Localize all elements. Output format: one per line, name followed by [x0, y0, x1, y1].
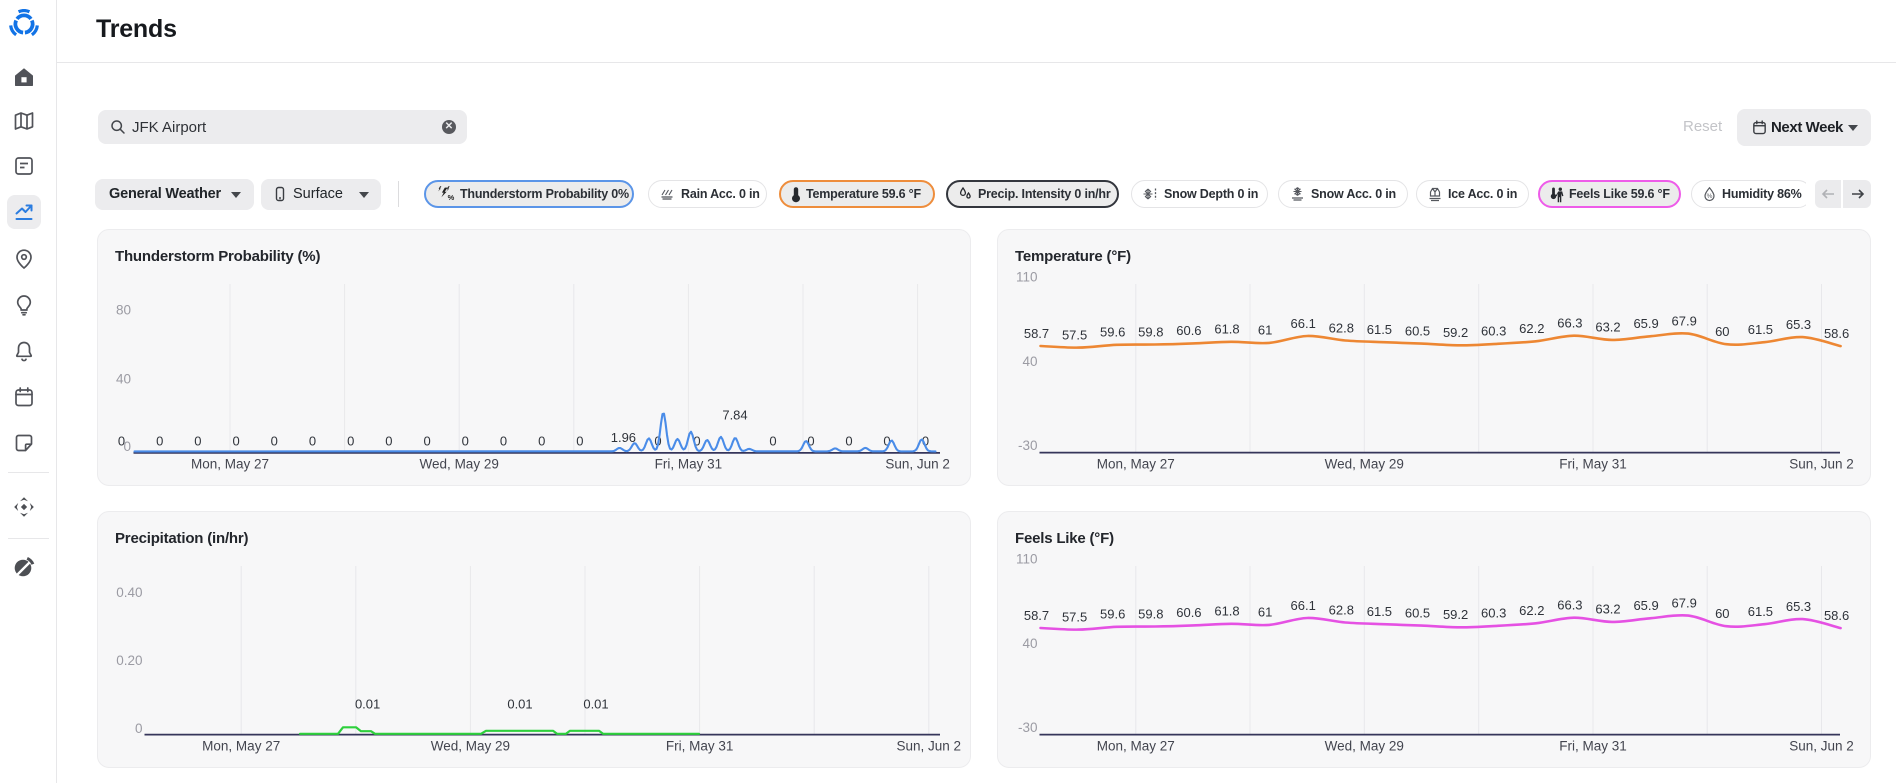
svg-text:Wed, May 29: Wed, May 29 — [1325, 739, 1404, 754]
svg-text:58.7: 58.7 — [1024, 326, 1049, 341]
svg-text:58.6: 58.6 — [1824, 326, 1849, 341]
svg-text:0.01: 0.01 — [507, 697, 532, 712]
svg-text:67.9: 67.9 — [1672, 313, 1697, 328]
svg-text:0: 0 — [845, 433, 852, 448]
svg-text:40: 40 — [1022, 636, 1037, 651]
svg-text:61.8: 61.8 — [1214, 322, 1239, 337]
svg-text:66.3: 66.3 — [1557, 316, 1582, 331]
svg-text:Wed, May 29: Wed, May 29 — [431, 739, 510, 754]
svg-text:0: 0 — [194, 433, 201, 448]
svg-text:61: 61 — [1258, 323, 1272, 338]
svg-text:0: 0 — [118, 433, 125, 448]
svg-text:61.8: 61.8 — [1214, 604, 1239, 619]
svg-text:0: 0 — [500, 433, 507, 448]
svg-text:0: 0 — [232, 433, 239, 448]
svg-text:60.5: 60.5 — [1405, 605, 1430, 620]
svg-text:0: 0 — [423, 433, 430, 448]
svg-text:Sun, Jun 2: Sun, Jun 2 — [1789, 739, 1854, 754]
svg-text:59.6: 59.6 — [1100, 325, 1125, 340]
svg-text:Sun, Jun 2: Sun, Jun 2 — [897, 739, 962, 754]
svg-text:61.5: 61.5 — [1748, 604, 1773, 619]
svg-text:0: 0 — [135, 721, 143, 736]
svg-text:Mon, May 27: Mon, May 27 — [1097, 739, 1175, 754]
svg-text:62.2: 62.2 — [1519, 603, 1544, 618]
svg-text:61: 61 — [1258, 605, 1272, 620]
svg-text:62.2: 62.2 — [1519, 321, 1544, 336]
svg-text:1.96: 1.96 — [611, 430, 636, 445]
svg-text:58.7: 58.7 — [1024, 608, 1049, 623]
svg-text:-30: -30 — [1018, 438, 1038, 453]
svg-text:Fri, May 31: Fri, May 31 — [1559, 457, 1627, 472]
svg-text:0.01: 0.01 — [583, 697, 608, 712]
svg-text:60: 60 — [1715, 606, 1729, 621]
svg-text:61.5: 61.5 — [1367, 604, 1392, 619]
svg-text:60: 60 — [1715, 324, 1729, 339]
svg-text:63.2: 63.2 — [1595, 602, 1620, 617]
svg-text:66.1: 66.1 — [1291, 316, 1316, 331]
svg-text:59.6: 59.6 — [1100, 607, 1125, 622]
svg-text:110: 110 — [1016, 552, 1038, 567]
svg-text:0: 0 — [347, 433, 354, 448]
svg-text:65.9: 65.9 — [1633, 598, 1658, 613]
svg-text:0: 0 — [271, 433, 278, 448]
svg-text:40: 40 — [1022, 354, 1037, 369]
svg-text:0.40: 0.40 — [116, 585, 142, 600]
svg-text:0: 0 — [576, 433, 583, 448]
svg-text:Mon, May 27: Mon, May 27 — [1097, 457, 1175, 472]
svg-text:61.5: 61.5 — [1367, 322, 1392, 337]
svg-text:66.3: 66.3 — [1557, 598, 1582, 613]
svg-text:57.5: 57.5 — [1062, 609, 1087, 624]
svg-text:0: 0 — [769, 433, 776, 448]
svg-text:Sun, Jun 2: Sun, Jun 2 — [885, 457, 950, 472]
svg-text:40: 40 — [116, 372, 131, 387]
svg-text:110: 110 — [1016, 270, 1038, 285]
svg-text:Mon, May 27: Mon, May 27 — [191, 457, 269, 472]
svg-text:0: 0 — [462, 433, 469, 448]
svg-text:59.8: 59.8 — [1138, 324, 1163, 339]
svg-text:Fri, May 31: Fri, May 31 — [1559, 739, 1627, 754]
svg-text:Fri, May 31: Fri, May 31 — [666, 739, 734, 754]
svg-text:7.84: 7.84 — [722, 408, 747, 423]
svg-text:58.6: 58.6 — [1824, 608, 1849, 623]
svg-text:67.9: 67.9 — [1672, 595, 1697, 610]
svg-text:59.2: 59.2 — [1443, 607, 1468, 622]
svg-text:0: 0 — [156, 433, 163, 448]
svg-text:62.8: 62.8 — [1329, 602, 1354, 617]
svg-text:62.8: 62.8 — [1329, 320, 1354, 335]
svg-text:65.3: 65.3 — [1786, 317, 1811, 332]
svg-text:65.3: 65.3 — [1786, 599, 1811, 614]
svg-text:60.3: 60.3 — [1481, 324, 1506, 339]
svg-text:60.6: 60.6 — [1176, 323, 1201, 338]
svg-text:80: 80 — [116, 303, 131, 318]
svg-text:60.6: 60.6 — [1176, 605, 1201, 620]
svg-text:60.5: 60.5 — [1405, 323, 1430, 338]
svg-text:66.1: 66.1 — [1291, 598, 1316, 613]
svg-text:0: 0 — [538, 433, 545, 448]
svg-text:63.2: 63.2 — [1595, 320, 1620, 335]
svg-text:61.5: 61.5 — [1748, 322, 1773, 337]
svg-text:59.2: 59.2 — [1443, 325, 1468, 340]
svg-text:0: 0 — [309, 433, 316, 448]
svg-text:-30: -30 — [1018, 720, 1038, 735]
svg-text:Sun, Jun 2: Sun, Jun 2 — [1789, 457, 1854, 472]
svg-text:0.01: 0.01 — [355, 697, 380, 712]
svg-text:Wed, May 29: Wed, May 29 — [420, 457, 499, 472]
svg-text:59.8: 59.8 — [1138, 606, 1163, 621]
svg-text:0.20: 0.20 — [116, 653, 142, 668]
svg-text:Fri, May 31: Fri, May 31 — [655, 457, 723, 472]
svg-text:65.9: 65.9 — [1633, 316, 1658, 331]
svg-text:Wed, May 29: Wed, May 29 — [1325, 457, 1404, 472]
svg-text:Mon, May 27: Mon, May 27 — [202, 739, 280, 754]
svg-text:0: 0 — [385, 433, 392, 448]
svg-text:57.5: 57.5 — [1062, 327, 1087, 342]
svg-text:60.3: 60.3 — [1481, 606, 1506, 621]
